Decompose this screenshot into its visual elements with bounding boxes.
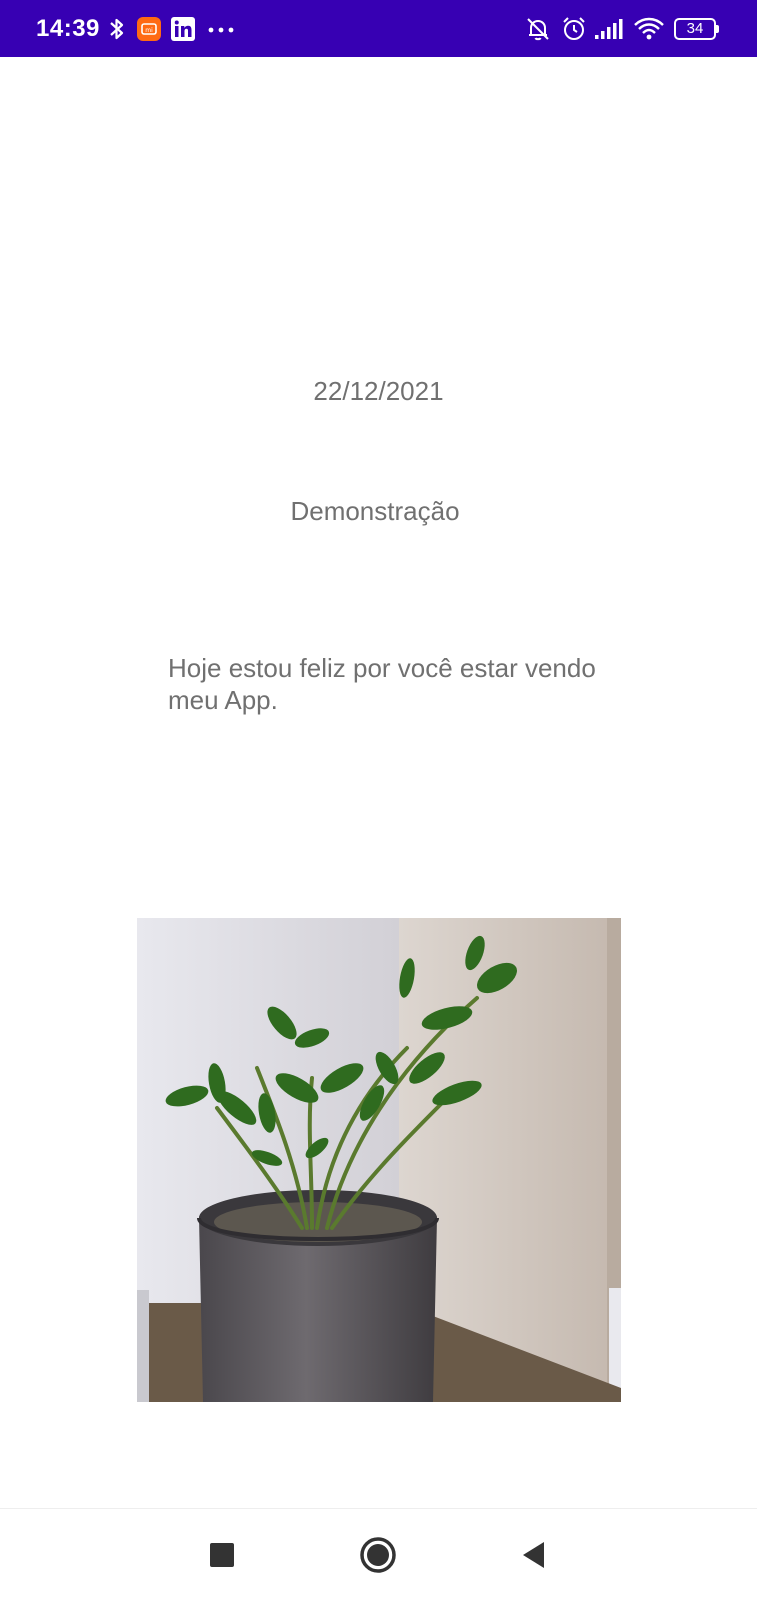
linkedin-icon [171,17,195,41]
date-label: 22/12/2021 [313,376,444,406]
battery-level: 34 [686,20,704,37]
plant-image [137,918,621,1402]
status-time: 14:39 [36,15,100,42]
more-notifications-icon [208,27,234,33]
notifications-off-icon [527,18,549,41]
battery-icon: 34 [674,18,720,40]
wifi-icon [634,17,664,40]
mi-app-icon: mi [137,17,161,41]
back-button[interactable] [512,1533,556,1577]
status-bar: 14:39 mi 34 [0,0,757,57]
title-label: Demonstração [290,496,460,526]
message-text: Hoje estou feliz por você estar vendo me… [168,653,596,715]
recents-button[interactable] [200,1533,244,1577]
home-button[interactable] [356,1533,400,1577]
bluetooth-icon [110,18,124,40]
svg-text:mi: mi [145,27,153,34]
signal-icon [595,19,623,39]
alarm-icon [563,17,585,40]
navigation-bar [0,1508,757,1600]
plant-photo [137,918,621,1402]
